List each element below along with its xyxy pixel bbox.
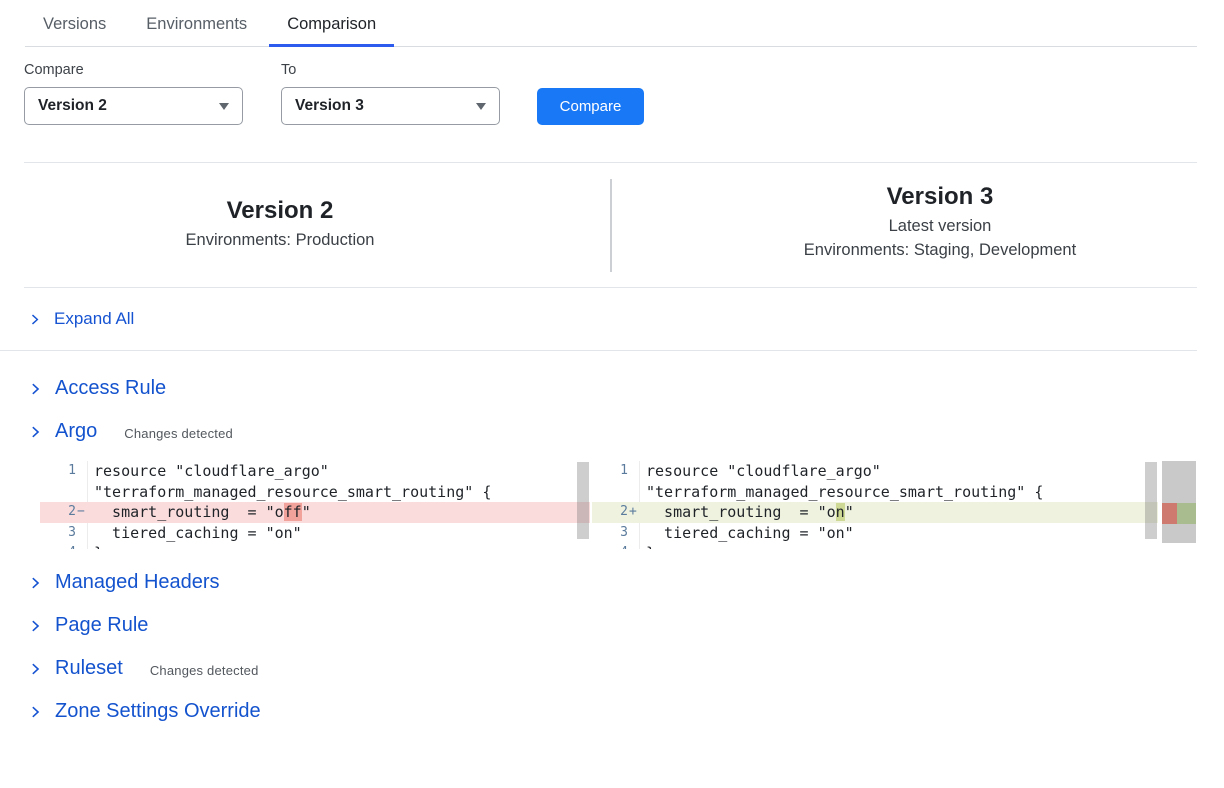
- sections-list: Access Rule Argo Changes detected 1 reso…: [0, 351, 1224, 733]
- section-label: Argo: [55, 420, 97, 443]
- code-line-deleted: 2− smart_routing = "off": [40, 502, 590, 523]
- code-text: tiered_caching = "on": [87, 523, 590, 544]
- to-version-select[interactable]: Version 3: [281, 87, 500, 125]
- code-text: }: [639, 543, 1158, 549]
- changes-detected-badge: Changes detected: [150, 660, 259, 678]
- line-number: 3: [40, 523, 76, 544]
- chevron-right-icon: [28, 382, 42, 396]
- version-header-left: Version 2 Environments: Production: [24, 197, 536, 250]
- line-number: 2: [592, 502, 628, 523]
- code-line: 3 tiered_caching = "on": [592, 523, 1158, 544]
- diff-pane-left[interactable]: 1 resource "cloudflare_argo" "terraform_…: [40, 461, 590, 549]
- section-page-rule[interactable]: Page Rule: [0, 604, 1224, 647]
- line-number: 2: [40, 502, 76, 523]
- overview-delete-marker: [1162, 503, 1177, 524]
- header-vertical-divider: [610, 179, 612, 272]
- diff-sign: +: [628, 502, 639, 523]
- section-label: Zone Settings Override: [55, 700, 261, 723]
- code-line: 4 }: [592, 543, 1158, 549]
- line-number: 4: [40, 543, 76, 549]
- line-number: 1: [592, 461, 628, 482]
- line-number: 3: [592, 523, 628, 544]
- code-text: "terraform_managed_resource_smart_routin…: [87, 482, 590, 503]
- section-ruleset[interactable]: Ruleset Changes detected: [0, 647, 1224, 690]
- right-version-subtitle: Latest version: [684, 217, 1196, 236]
- section-zone-settings-override[interactable]: Zone Settings Override: [0, 690, 1224, 733]
- code-line: 3 tiered_caching = "on": [40, 523, 590, 544]
- code-text: resource "cloudflare_argo": [87, 461, 590, 482]
- section-label: Managed Headers: [55, 571, 220, 594]
- line-number: 4: [592, 543, 628, 549]
- section-label: Ruleset: [55, 657, 123, 680]
- code-line-wrap: "terraform_managed_resource_smart_routin…: [40, 482, 590, 503]
- chevron-right-icon: [28, 705, 42, 719]
- chevron-right-icon: [28, 425, 42, 439]
- chevron-right-icon: [28, 313, 41, 326]
- tab-comparison[interactable]: Comparison: [269, 15, 394, 46]
- expand-all-button[interactable]: Expand All: [0, 288, 1197, 351]
- code-line-wrap: "terraform_managed_resource_smart_routin…: [592, 482, 1158, 503]
- right-pane-scrollbar[interactable]: [1145, 462, 1157, 539]
- code-text: smart_routing = "off": [87, 502, 590, 523]
- caret-down-icon: [476, 103, 486, 110]
- compare-controls: Compare Version 2 To Version 3 Compare: [24, 62, 1224, 125]
- code-text: tiered_caching = "on": [639, 523, 1158, 544]
- code-text: "terraform_managed_resource_smart_routin…: [639, 482, 1158, 503]
- compare-version-select[interactable]: Version 2: [24, 87, 243, 125]
- tab-bar: Versions Environments Comparison: [25, 0, 1197, 47]
- changes-detected-badge: Changes detected: [124, 423, 233, 441]
- diff-pane-right[interactable]: 1 resource "cloudflare_argo" "terraform_…: [592, 461, 1158, 549]
- compare-button[interactable]: Compare: [537, 88, 644, 125]
- compare-label: Compare: [24, 62, 243, 78]
- section-managed-headers[interactable]: Managed Headers: [0, 561, 1224, 604]
- char-diff-delete: ff: [284, 503, 302, 521]
- section-argo[interactable]: Argo Changes detected: [0, 410, 1224, 453]
- left-pane-scrollbar[interactable]: [577, 462, 589, 539]
- diff-sign: −: [76, 502, 87, 523]
- section-label: Page Rule: [55, 614, 148, 637]
- code-line: 1 resource "cloudflare_argo": [40, 461, 590, 482]
- char-diff-insert: n: [836, 503, 845, 521]
- chevron-right-icon: [28, 619, 42, 633]
- code-text: smart_routing = "on": [639, 502, 1158, 523]
- line-number: 1: [40, 461, 76, 482]
- to-label: To: [281, 62, 500, 78]
- compare-version-value: Version 2: [38, 97, 107, 115]
- right-version-environments: Environments: Staging, Development: [684, 241, 1196, 260]
- code-line: 1 resource "cloudflare_argo": [592, 461, 1158, 482]
- diff-overview-ruler[interactable]: [1162, 461, 1196, 543]
- expand-all-label: Expand All: [54, 309, 134, 329]
- version-headers: Version 2 Environments: Production Versi…: [24, 163, 1197, 288]
- left-version-environments: Environments: Production: [24, 231, 536, 250]
- section-access-rule[interactable]: Access Rule: [0, 367, 1224, 410]
- code-text: }: [87, 543, 590, 549]
- code-line: 4 }: [40, 543, 590, 549]
- overview-insert-marker: [1177, 503, 1196, 524]
- tab-environments[interactable]: Environments: [128, 15, 265, 46]
- code-text: resource "cloudflare_argo": [639, 461, 1158, 482]
- version-header-right: Version 3 Latest version Environments: S…: [684, 183, 1196, 260]
- right-version-title: Version 3: [684, 183, 1196, 211]
- chevron-right-icon: [28, 662, 42, 676]
- code-line-inserted: 2+ smart_routing = "on": [592, 502, 1158, 523]
- left-version-title: Version 2: [24, 197, 536, 225]
- chevron-right-icon: [28, 576, 42, 590]
- argo-diff-editor: 1 resource "cloudflare_argo" "terraform_…: [40, 461, 1224, 549]
- section-label: Access Rule: [55, 377, 166, 400]
- tab-versions[interactable]: Versions: [25, 15, 124, 46]
- caret-down-icon: [219, 103, 229, 110]
- to-version-value: Version 3: [295, 97, 364, 115]
